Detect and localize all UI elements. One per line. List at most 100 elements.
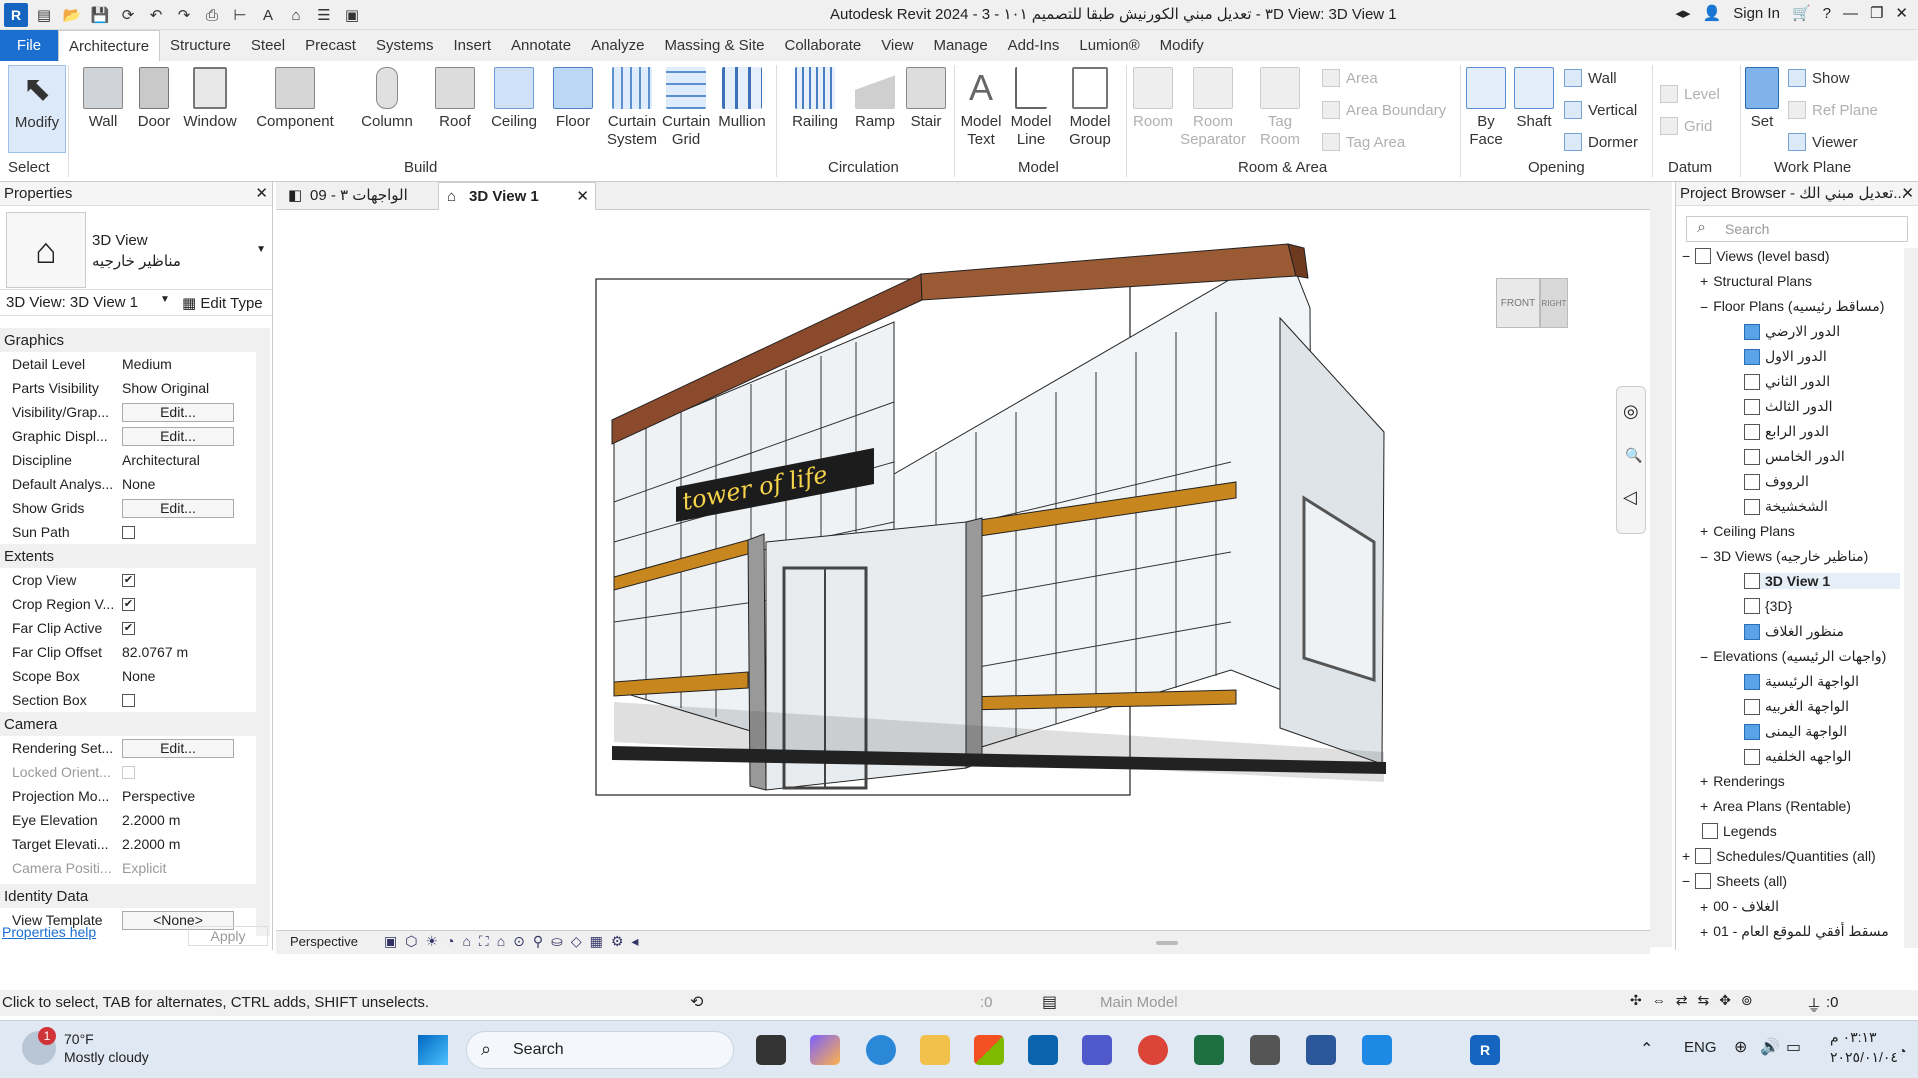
home-icon[interactable]: ▤ xyxy=(32,3,56,27)
tab-steel[interactable]: Steel xyxy=(241,30,295,61)
volume-icon[interactable]: 🔊 xyxy=(1760,1037,1780,1057)
open-icon[interactable]: 📂 xyxy=(60,3,84,27)
curtain-grid-button[interactable]: Curtain Grid xyxy=(662,67,710,149)
edge-icon[interactable] xyxy=(866,1035,896,1065)
text-icon[interactable]: A xyxy=(256,3,280,27)
section-box-checkbox[interactable] xyxy=(122,693,135,707)
switch-windows-icon[interactable]: ▣ xyxy=(340,3,364,27)
revit-app-icon[interactable]: R xyxy=(4,3,28,27)
window-button[interactable]: Window xyxy=(180,67,240,131)
viewer-button[interactable]: Viewer xyxy=(1788,133,1858,151)
section-extents[interactable]: Extents xyxy=(0,544,256,568)
column-button[interactable]: Column xyxy=(356,67,418,131)
tree-item[interactable]: الدور الارضي xyxy=(1744,323,1840,340)
tab-analyze[interactable]: Analyze xyxy=(581,30,654,61)
shaft-button[interactable]: Shaft xyxy=(1512,67,1556,131)
opening-wall-button[interactable]: Wall xyxy=(1564,69,1617,87)
zoom-icon[interactable]: 🔍 xyxy=(1625,447,1642,464)
tab-file[interactable]: File xyxy=(0,30,58,61)
view-tab-3d[interactable]: ⌂ 3D View 1 ✕ xyxy=(438,182,596,210)
curtain-system-button[interactable]: Curtain System xyxy=(604,67,660,149)
set-button[interactable]: Set xyxy=(1742,67,1782,131)
tree-item[interactable]: الدور الخامس xyxy=(1744,448,1845,465)
measure-icon[interactable]: ⊢ xyxy=(228,3,252,27)
task-view-icon[interactable] xyxy=(756,1035,786,1065)
edit-button[interactable]: Edit... xyxy=(122,402,234,422)
tab-modify[interactable]: Modify xyxy=(1150,30,1214,61)
start-icon[interactable] xyxy=(418,1035,448,1065)
clock-time[interactable]: ٠٣:١٣ م xyxy=(1830,1029,1877,1046)
tree-item[interactable]: الدور الاول xyxy=(1744,348,1827,365)
floor-button[interactable]: Floor xyxy=(548,67,598,131)
tree-node-floor-plans[interactable]: − Floor Plans (مساقط رئيسيه) xyxy=(1700,298,1884,315)
save-icon[interactable]: 💾 xyxy=(88,3,112,27)
tree-node-schedules[interactable]: + Schedules/Quantities (all) xyxy=(1682,848,1876,864)
revit-taskbar-icon[interactable]: R xyxy=(1470,1035,1500,1065)
prop-discipline[interactable]: Discipline Architectural xyxy=(0,448,256,472)
tree-item[interactable]: الواجهة اليمنى xyxy=(1744,723,1847,740)
undo-icon[interactable]: ↶ xyxy=(144,3,168,27)
tab-systems[interactable]: Systems xyxy=(366,30,444,61)
edit-button[interactable]: Edit... xyxy=(122,738,234,758)
tree-node-renderings[interactable]: + Renderings xyxy=(1700,773,1785,789)
tab-add-ins[interactable]: Add-Ins xyxy=(998,30,1070,61)
chrome-icon[interactable] xyxy=(1138,1035,1168,1065)
taskbar-search[interactable]: ⌕ Search xyxy=(466,1031,734,1069)
thin-lines-icon[interactable]: ☰ xyxy=(312,3,336,27)
view-cube-front[interactable]: FRONT xyxy=(1496,278,1540,328)
close-icon[interactable]: ✕ xyxy=(255,182,268,206)
prop-detail-level[interactable]: Detail Level Medium xyxy=(0,352,256,376)
close-icon[interactable]: ✕ xyxy=(1901,182,1914,206)
tree-item[interactable]: الشخشيخة xyxy=(1744,498,1828,515)
tab-insert[interactable]: Insert xyxy=(443,30,501,61)
tree-item[interactable]: الدور الرابع xyxy=(1744,423,1829,440)
weather-desc[interactable]: Mostly cloudy xyxy=(64,1049,149,1065)
tab-view[interactable]: View xyxy=(871,30,923,61)
redo-icon[interactable]: ↷ xyxy=(172,3,196,27)
model-line-button[interactable]: Model Line xyxy=(1006,67,1056,149)
prop-scope-box[interactable]: Scope Box None xyxy=(0,664,256,688)
tab-lumion[interactable]: Lumion® xyxy=(1069,30,1149,61)
tree-item[interactable]: منظور الغلاف xyxy=(1744,623,1844,640)
prop-eye-elevation[interactable]: Eye Elevation 2.2000 m xyxy=(0,808,256,832)
steering-wheel-icon[interactable]: ◎ xyxy=(1623,401,1639,422)
building-3d-canvas[interactable]: tower of life xyxy=(276,210,1672,800)
model-group-button[interactable]: Model Group xyxy=(1062,67,1118,149)
excel-icon[interactable] xyxy=(1194,1035,1224,1065)
properties-help-link[interactable]: Properties help xyxy=(2,924,96,940)
design-options-icon[interactable]: ▤ xyxy=(1042,992,1057,1012)
network-icon[interactable]: ⊕ xyxy=(1734,1037,1747,1057)
ramp-button[interactable]: Ramp xyxy=(852,67,898,131)
chevron-down-icon[interactable]: ▼ xyxy=(160,294,170,305)
battery-icon[interactable]: ▭ xyxy=(1786,1037,1801,1057)
tab-precast[interactable]: Precast xyxy=(295,30,366,61)
type-selector[interactable]: ⌂ 3D View مناظير خارجيه ▼ xyxy=(0,206,272,290)
grid-button[interactable]: Grid xyxy=(1660,117,1712,135)
tag-area-button[interactable]: Tag Area xyxy=(1322,133,1405,151)
close-button[interactable]: ✕ xyxy=(1895,4,1908,22)
vertical-scrollbar[interactable] xyxy=(1650,182,1672,947)
default-3d-icon[interactable]: ⌂ xyxy=(284,3,308,27)
sun-path-checkbox[interactable] xyxy=(122,525,135,539)
browser-scrollbar[interactable] xyxy=(1904,248,1918,948)
room-separator-button[interactable]: Room Separator xyxy=(1178,67,1248,149)
ceiling-button[interactable]: Ceiling xyxy=(486,67,542,131)
browser-search-input[interactable]: ⌕ Search xyxy=(1686,216,1908,242)
panel-select[interactable]: Select xyxy=(8,159,50,176)
tab-massing-site[interactable]: Massing & Site xyxy=(654,30,774,61)
roof-button[interactable]: Roof xyxy=(430,67,480,131)
section-graphics[interactable]: Graphics xyxy=(0,328,256,352)
cart-icon[interactable]: 🛒 xyxy=(1792,4,1811,22)
copilot-icon[interactable] xyxy=(810,1035,840,1065)
prop-far-clip-offset[interactable]: Far Clip Offset 82.0767 m xyxy=(0,640,256,664)
weather-temp[interactable]: 70°F xyxy=(64,1031,94,1047)
view-tab-elevation[interactable]: ◧ الواجهات ٣ - 09 xyxy=(280,182,436,210)
tree-item[interactable]: {3D} xyxy=(1744,598,1792,614)
tree-item[interactable]: الواجهة الرئيسية xyxy=(1744,673,1859,690)
apply-button[interactable]: Apply xyxy=(188,926,268,946)
main-model-select[interactable]: Main Model xyxy=(1100,994,1178,1011)
component-button[interactable]: Component xyxy=(252,67,338,131)
prop-parts-visibility[interactable]: Parts Visibility Show Original xyxy=(0,376,256,400)
user-icon[interactable]: 👤 xyxy=(1703,4,1722,22)
instance-selector[interactable]: 3D View: 3D View 1 xyxy=(6,294,138,311)
